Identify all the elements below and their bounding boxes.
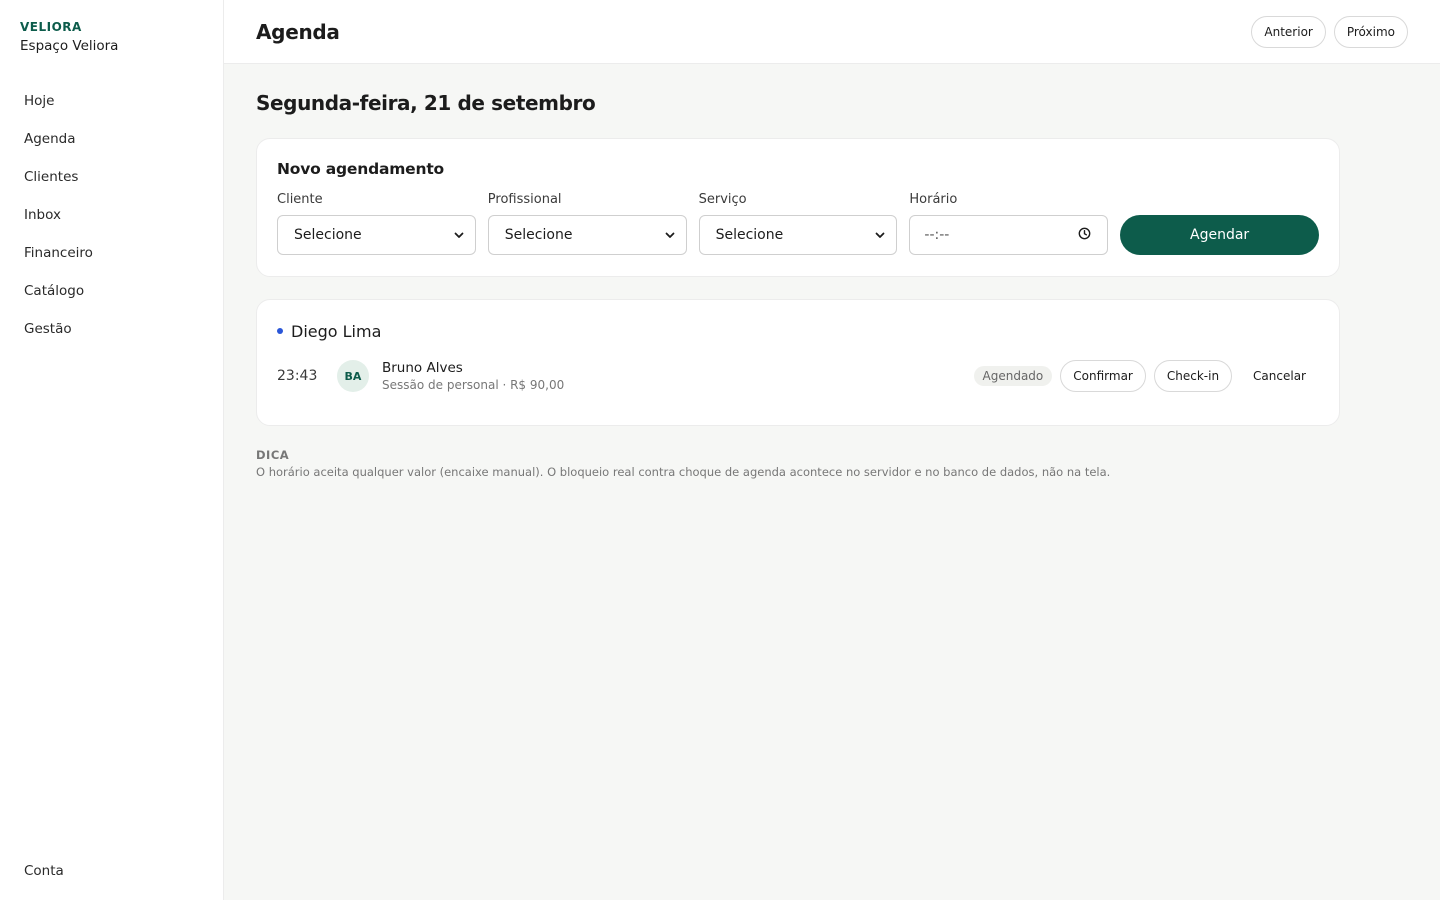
- tip-box: DICA O horário aceita qualquer valor (en…: [256, 448, 1340, 480]
- topbar: Agenda Anterior Próximo: [224, 0, 1440, 64]
- sidebar-item-clientes[interactable]: Clientes: [12, 158, 211, 196]
- sidebar-footer: Conta: [12, 852, 211, 890]
- time-field: Horário --:--: [909, 191, 1109, 255]
- sidebar-item-hoje[interactable]: Hoje: [12, 82, 211, 120]
- page-title: Agenda: [256, 19, 340, 44]
- sidebar-item-catalogo[interactable]: Catálogo: [12, 272, 211, 310]
- professional-field: Profissional Selecione: [487, 191, 687, 255]
- appointment-client-name: Bruno Alves: [382, 359, 463, 376]
- time-input[interactable]: --:--: [909, 215, 1109, 255]
- professional-label: Profissional: [487, 192, 562, 207]
- appointment-actions: Agendado Confirmar Check-in Cancelar: [973, 360, 1319, 392]
- brand-logo-text: VELIORA: [20, 20, 82, 34]
- professional-color-dot: [277, 328, 283, 334]
- tip-label: DICA: [256, 448, 290, 462]
- agenda-content: Segunda-feira, 21 de setembro Novo agend…: [224, 64, 1372, 480]
- service-select[interactable]: Selecione: [698, 215, 898, 255]
- service-select-value: Selecione: [715, 227, 784, 243]
- main-area: Agenda Anterior Próximo Segunda-feira, 2…: [224, 0, 1440, 900]
- brand: VELIORA Espaço Veliora: [0, 0, 223, 54]
- sidebar-item-gestao[interactable]: Gestão: [12, 310, 211, 348]
- time-input-value: --:--: [924, 227, 950, 243]
- sidebar-item-conta[interactable]: Conta: [12, 852, 211, 890]
- check-in-button[interactable]: Check-in: [1153, 360, 1233, 392]
- new-appointment-form: Cliente Selecione Profissional Selecione: [277, 191, 1319, 255]
- sidebar-nav: Hoje Agenda Clientes Inbox Financeiro Ca…: [0, 82, 223, 348]
- chevron-down-icon: [453, 229, 465, 241]
- client-label: Cliente: [277, 192, 323, 207]
- confirm-button[interactable]: Confirmar: [1060, 360, 1146, 392]
- app-shell: VELIORA Espaço Veliora Hoje Agenda Clien…: [0, 0, 1440, 900]
- client-field: Cliente Selecione: [277, 191, 476, 255]
- appointment-service-detail: Sessão de personal · R$ 90,00: [382, 377, 565, 392]
- professional-group-header: Diego Lima: [277, 320, 1319, 342]
- sidebar-item-inbox[interactable]: Inbox: [12, 196, 211, 234]
- schedule-button[interactable]: Agendar: [1120, 215, 1319, 255]
- cancel-button[interactable]: Cancelar: [1240, 360, 1319, 392]
- date-navigation: Anterior Próximo: [1251, 15, 1408, 48]
- status-badge: Agendado: [973, 366, 1053, 386]
- professional-select-value: Selecione: [504, 227, 573, 243]
- client-select[interactable]: Selecione: [277, 215, 476, 255]
- professional-group-card: Diego Lima 23:43 BA Bruno Alves Sessão d…: [256, 299, 1340, 426]
- tip-text: O horário aceita qualquer valor (encaixe…: [256, 465, 1111, 479]
- sidebar-item-financeiro[interactable]: Financeiro: [12, 234, 211, 272]
- new-appointment-title: Novo agendamento: [277, 160, 444, 178]
- sidebar: VELIORA Espaço Veliora Hoje Agenda Clien…: [0, 0, 224, 900]
- clock-icon[interactable]: [1078, 227, 1091, 244]
- next-day-button[interactable]: Próximo: [1333, 15, 1408, 48]
- appointment-row: 23:43 BA Bruno Alves Sessão de personal …: [277, 358, 1319, 394]
- previous-day-button[interactable]: Anterior: [1251, 15, 1326, 48]
- sidebar-item-agenda[interactable]: Agenda: [12, 120, 211, 158]
- avatar: BA: [337, 360, 369, 392]
- appointment-info: Bruno Alves Sessão de personal · R$ 90,0…: [382, 360, 974, 393]
- professional-select[interactable]: Selecione: [487, 215, 687, 255]
- new-appointment-card: Novo agendamento Cliente Selecione Profi…: [256, 138, 1340, 277]
- service-field: Serviço Selecione: [698, 191, 898, 255]
- service-label: Serviço: [698, 192, 747, 207]
- client-select-value: Selecione: [294, 227, 362, 243]
- business-name: Espaço Veliora: [20, 38, 119, 54]
- appointment-time: 23:43: [277, 368, 318, 384]
- chevron-down-icon: [874, 229, 886, 241]
- time-label: Horário: [909, 192, 958, 207]
- date-heading: Segunda-feira, 21 de setembro: [256, 91, 596, 115]
- chevron-down-icon: [664, 229, 676, 241]
- professional-name: Diego Lima: [291, 321, 382, 341]
